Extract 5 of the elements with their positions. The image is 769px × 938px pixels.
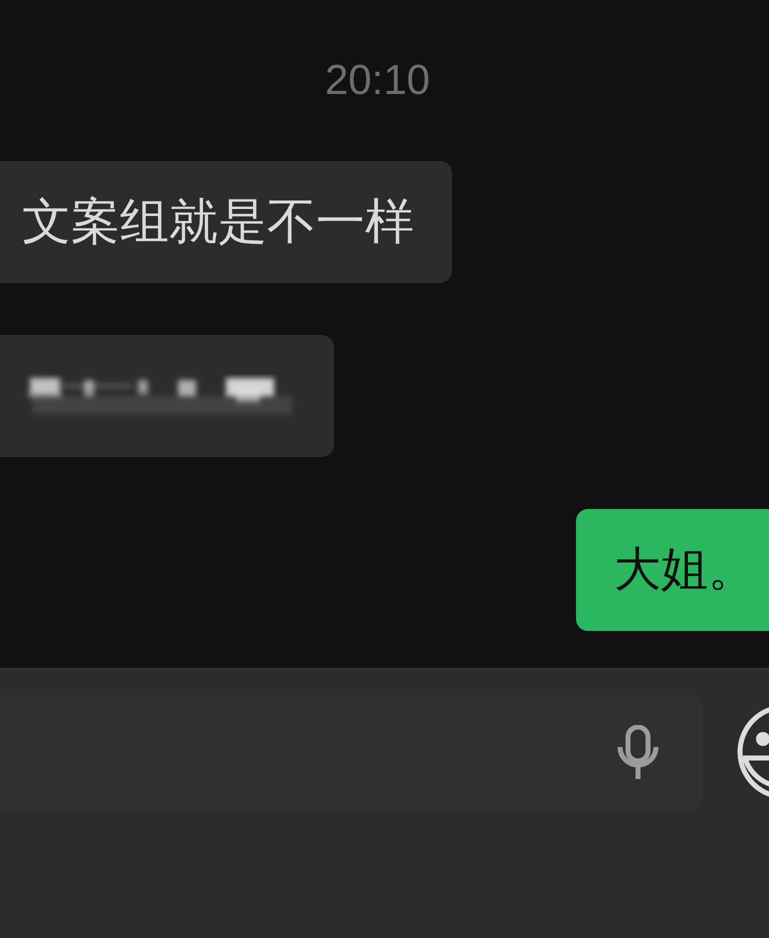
input-field[interactable]	[0, 695, 703, 810]
microphone-icon[interactable]	[617, 724, 659, 780]
message-text: 文案组就是不一样	[22, 192, 414, 252]
timestamp: 20:10	[324, 58, 430, 102]
message-text: 大姐。	[614, 541, 755, 599]
